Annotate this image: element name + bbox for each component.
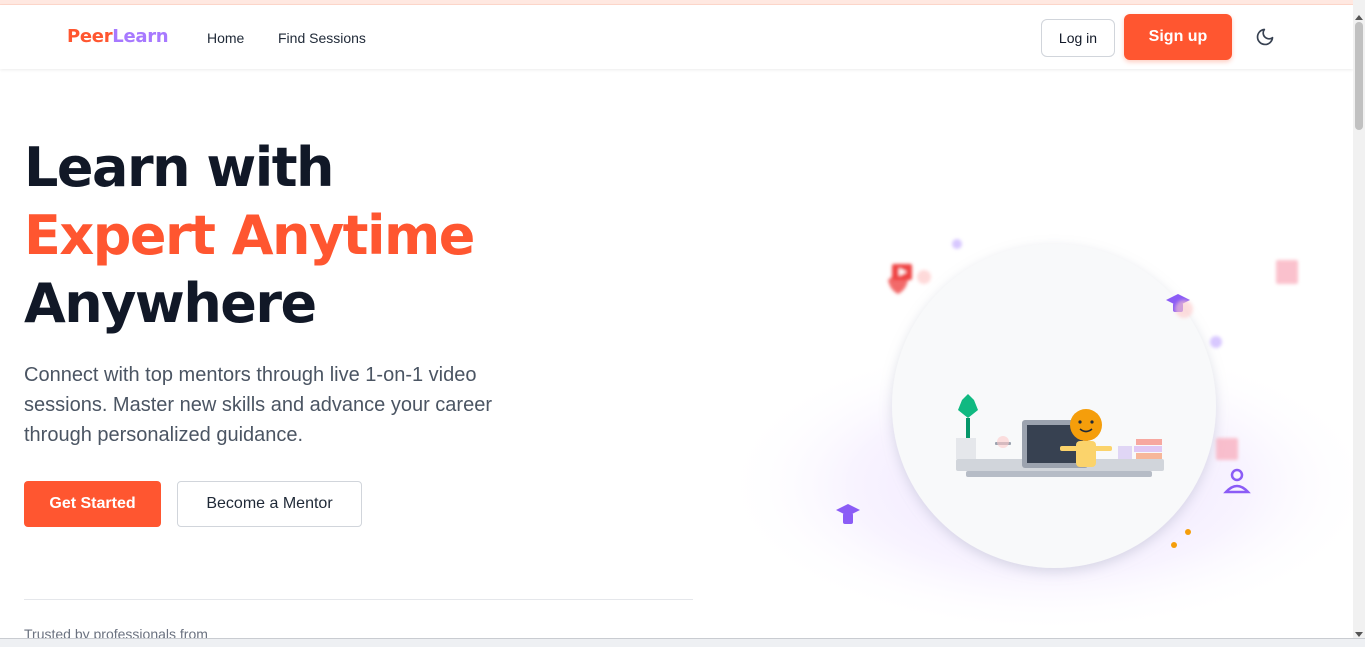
get-started-button[interactable]: Get Started xyxy=(24,481,161,527)
section-divider xyxy=(24,599,693,600)
hero-heading-line3: Anywhere xyxy=(24,272,317,335)
hero-illustration xyxy=(620,220,1365,640)
hero-description: Connect with top mentors through live 1-… xyxy=(24,364,492,446)
video-pin-icon xyxy=(888,264,912,294)
hero-heading-line2: Expert Anytime xyxy=(24,204,475,267)
scroll-down-arrow-icon[interactable] xyxy=(1353,624,1365,637)
nav-home-link[interactable]: Home xyxy=(207,30,244,46)
login-button[interactable]: Log in xyxy=(1041,19,1115,57)
scrollbar-thumb[interactable] xyxy=(1355,22,1363,130)
navbar: PeerLearn Home Find Sessions Log in Sign… xyxy=(0,5,1353,69)
scroll-up-arrow-icon[interactable] xyxy=(1353,8,1365,20)
taskbar xyxy=(0,638,1365,647)
hero-heading-line1: Learn with xyxy=(24,136,335,199)
signup-button[interactable]: Sign up xyxy=(1124,14,1232,60)
hero-heading: Learn with Expert Anytime Anywhere xyxy=(24,134,475,338)
nav-find-sessions-link[interactable]: Find Sessions xyxy=(278,30,366,46)
brand-logo[interactable]: PeerLearn xyxy=(67,26,169,47)
center-circle xyxy=(892,244,1216,568)
moon-icon[interactable] xyxy=(1255,27,1275,47)
become-mentor-button[interactable]: Become a Mentor xyxy=(177,481,362,527)
book-icon xyxy=(1276,260,1298,284)
